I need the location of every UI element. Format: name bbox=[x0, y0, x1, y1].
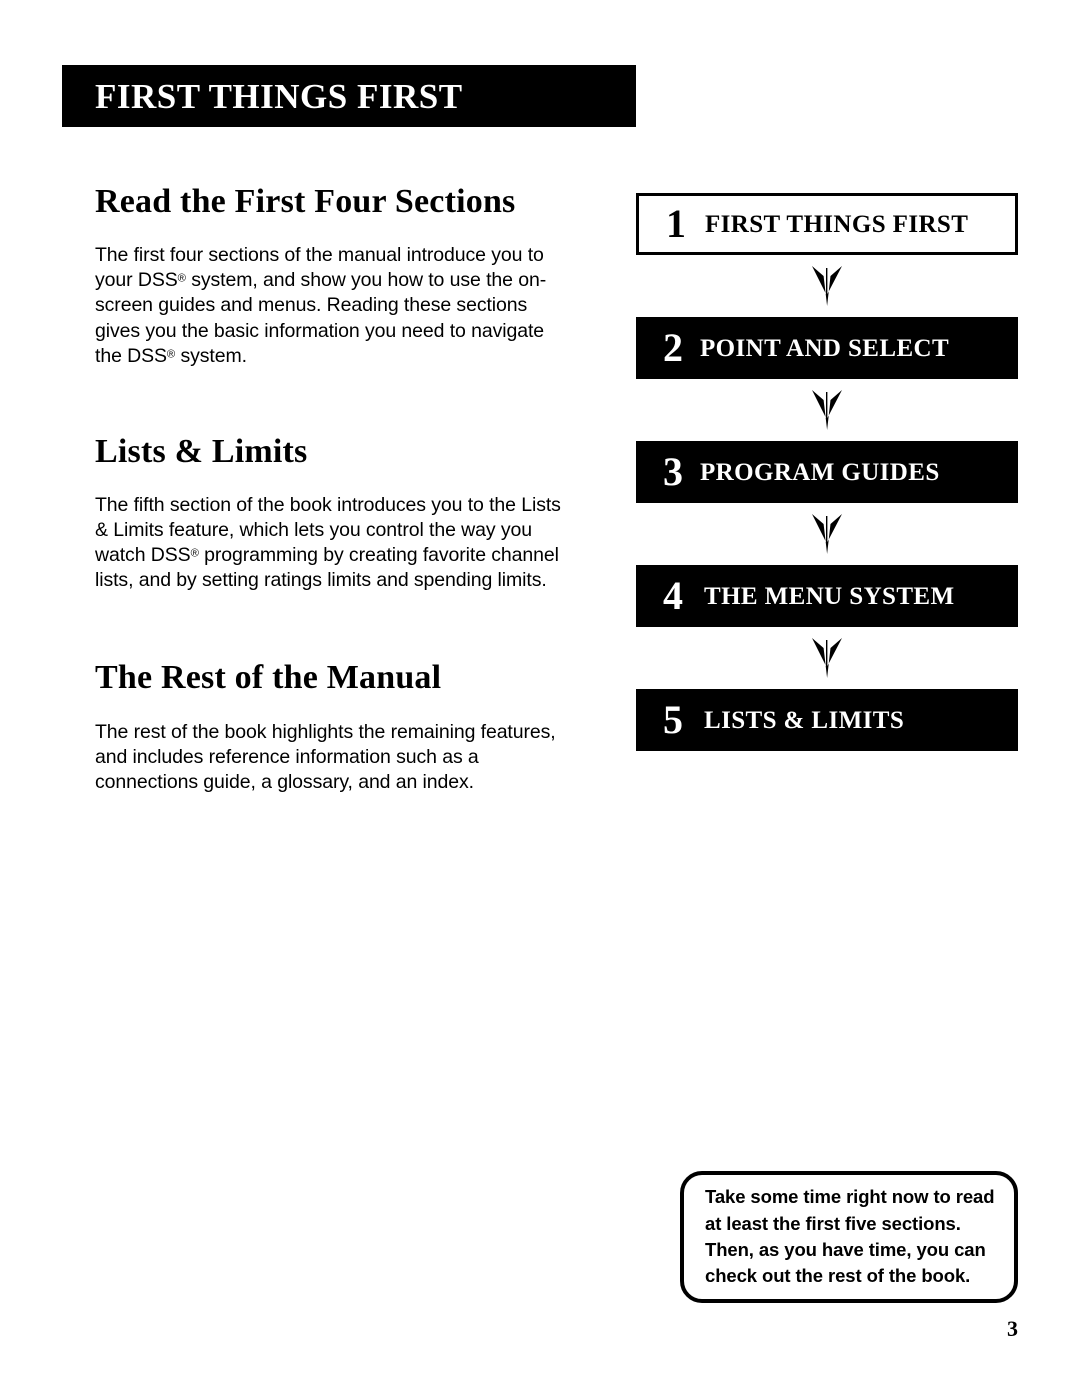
flowchart-step-number: 4 bbox=[663, 573, 683, 618]
section-paragraph: The rest of the book highlights the rema… bbox=[95, 720, 556, 793]
flowchart-arrow-3 bbox=[636, 503, 1018, 565]
flowchart-arrow-4 bbox=[636, 627, 1018, 689]
callout-tip-text: Take some time right now to read at least… bbox=[705, 1184, 995, 1290]
flowchart-step-4: 4 THE MENU SYSTEM bbox=[636, 565, 1018, 627]
section-heading: The Rest of the Manual bbox=[95, 659, 442, 697]
registered-trademark-icon: ® bbox=[190, 547, 199, 560]
flowchart-arrow-2 bbox=[636, 379, 1018, 441]
flowchart-step-label: PROGRAM GUIDES bbox=[700, 458, 940, 486]
flowchart-step-5: 5 LISTS & LIMITS bbox=[636, 689, 1018, 751]
flowchart-step-2: 2 POINT AND SELECT bbox=[636, 317, 1018, 379]
flowchart-step-label: THE MENU SYSTEM bbox=[704, 582, 955, 610]
callout-line: Then, as you have time, you can bbox=[705, 1239, 986, 1260]
section-heading: Lists & Limits bbox=[95, 432, 308, 470]
flowchart-step-label: FIRST THINGS FIRST bbox=[705, 210, 969, 238]
flowchart-step-3: 3 PROGRAM GUIDES bbox=[636, 441, 1018, 503]
flowchart-arrow-1 bbox=[636, 255, 1018, 317]
flowchart-step-number: 5 bbox=[663, 697, 683, 742]
registered-trademark-icon: ® bbox=[177, 272, 186, 285]
flowchart-step-1: 1 FIRST THINGS FIRST bbox=[636, 193, 1018, 255]
section-read-the-first-four-sections: Read the First Four Sections The first f… bbox=[95, 183, 573, 369]
callout-line: check out the rest of the book. bbox=[705, 1265, 971, 1287]
section-paragraph: The fifth section of the book introduces… bbox=[95, 493, 573, 594]
section-paragraph: The first four sections of the manual in… bbox=[95, 243, 573, 369]
down-chevron-arrow-icon bbox=[810, 388, 844, 432]
down-chevron-arrow-icon bbox=[810, 636, 844, 680]
article-body-column: Read the First Four Sections The first f… bbox=[95, 183, 573, 795]
section-lists-and-limits: Lists & Limits The fifth section of the … bbox=[95, 433, 573, 594]
callout-tip-box: Take some time right now to read at least… bbox=[680, 1171, 1018, 1303]
callout-line: at least the first five sections. bbox=[705, 1212, 961, 1234]
flowchart-step-label: LISTS & LIMITS bbox=[704, 706, 905, 734]
down-chevron-arrow-icon bbox=[810, 512, 844, 556]
flowchart-step-label: POINT AND SELECT bbox=[700, 334, 950, 362]
down-chevron-arrow-icon bbox=[810, 264, 844, 308]
section-the-rest-of-the-manual: The Rest of the Manual The rest of the b… bbox=[95, 659, 573, 795]
section-paragraph-text-end: system. bbox=[175, 344, 247, 367]
flowchart-step-number: 1 bbox=[666, 201, 686, 246]
flowchart-step-number: 3 bbox=[663, 449, 683, 494]
flowchart-step-number: 2 bbox=[663, 325, 683, 370]
callout-line: Take some time right now to read bbox=[705, 1186, 995, 1208]
page-header-title: FIRST THINGS FIRST bbox=[95, 76, 463, 116]
page-number: 3 bbox=[1007, 1316, 1018, 1341]
registered-trademark-icon: ® bbox=[166, 347, 176, 360]
section-heading: Read the First Four Sections bbox=[95, 183, 516, 220]
page-header-banner: FIRST THINGS FIRST bbox=[62, 65, 636, 127]
section-flowchart: 1 FIRST THINGS FIRST 2 POINT AND SELECT … bbox=[636, 193, 1018, 751]
